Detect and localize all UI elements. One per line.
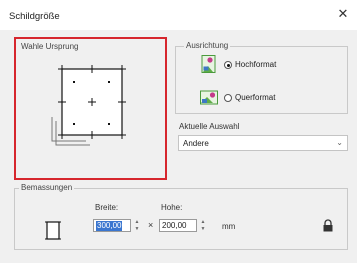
current-selection-label: Aktuelle Auswahl bbox=[179, 122, 240, 131]
title-bar: Schildgröße ✕ bbox=[0, 0, 357, 30]
close-icon[interactable]: ✕ bbox=[336, 7, 350, 21]
width-label: Breite: bbox=[95, 203, 119, 212]
height-stepper[interactable]: ▲ ▼ bbox=[199, 219, 207, 232]
height-input[interactable]: 200,00 bbox=[159, 219, 197, 232]
unit-label: mm bbox=[222, 222, 236, 231]
height-up-icon[interactable]: ▲ bbox=[199, 219, 207, 225]
origin-selector[interactable]: Wahle Ursprung bbox=[14, 37, 167, 180]
portrait-label[interactable]: Hochformat bbox=[235, 60, 276, 69]
portrait-radio[interactable] bbox=[224, 61, 232, 69]
height-label: Hohe: bbox=[161, 203, 183, 212]
window-title: Schildgröße bbox=[9, 11, 60, 22]
height-value: 200,00 bbox=[162, 221, 187, 230]
landscape-radio[interactable] bbox=[224, 94, 232, 102]
multiply-sign: × bbox=[148, 220, 154, 230]
dimensions-group: Bemassungen Breite: 300,00 ▲ ▼ × Hohe: 2… bbox=[14, 183, 348, 250]
width-value: 300,00 bbox=[96, 221, 123, 231]
width-down-icon[interactable]: ▼ bbox=[133, 226, 141, 232]
orientation-group-label: Ausrichtung bbox=[184, 41, 231, 50]
width-input[interactable]: 300,00 bbox=[93, 219, 131, 232]
current-selection-dropdown[interactable]: Andere ⌄ bbox=[178, 135, 348, 151]
height-down-icon[interactable]: ▼ bbox=[199, 226, 207, 232]
landscape-label[interactable]: Querformat bbox=[235, 93, 275, 102]
landscape-page-icon[interactable] bbox=[200, 88, 218, 106]
orientation-group: Ausrichtung Hochformat Querformat bbox=[175, 41, 348, 114]
current-selection-value: Andere bbox=[183, 139, 209, 148]
width-stepper[interactable]: ▲ ▼ bbox=[133, 219, 141, 232]
dimensions-group-label: Bemassungen bbox=[19, 183, 75, 192]
lock-icon[interactable] bbox=[322, 219, 334, 232]
origin-grid-icon[interactable] bbox=[16, 39, 165, 178]
page-size-icon bbox=[45, 221, 61, 240]
chevron-down-icon: ⌄ bbox=[336, 138, 343, 147]
portrait-page-icon[interactable] bbox=[200, 55, 218, 73]
width-up-icon[interactable]: ▲ bbox=[133, 219, 141, 225]
